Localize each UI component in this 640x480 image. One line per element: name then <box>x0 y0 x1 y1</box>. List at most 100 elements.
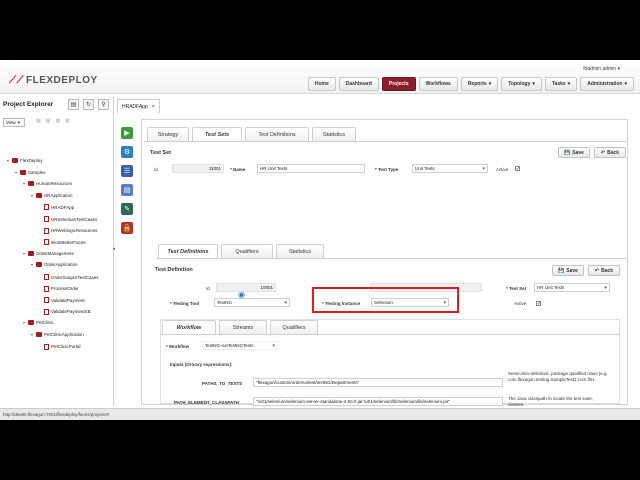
lock-icon[interactable]: 🔒 <box>121 222 133 234</box>
tab-qualifiers-inner[interactable]: Qualifiers <box>270 320 318 334</box>
testing-tool-label: * Testing Tool <box>170 301 200 306</box>
tree-item[interactable]: ▾ FlexDeploy <box>6 158 43 163</box>
test-icon[interactable]: ✎ <box>121 203 133 215</box>
tree-item-label: PetClinicApplication <box>44 332 84 337</box>
view-menu-button[interactable]: View ▾ <box>3 118 25 127</box>
nav-administration[interactable]: Administration ▾ <box>580 77 634 91</box>
tree-item[interactable]: ▾ HumanResources <box>22 181 72 187</box>
def-save-button[interactable]: 💾 Save <box>552 265 584 276</box>
list-icon[interactable]: ☰ <box>121 165 133 177</box>
nav-topology[interactable]: Topology ▾ <box>501 77 542 91</box>
user-menu[interactable]: fdadmin admin ▾ <box>583 66 620 72</box>
test-definition-title: Test Definition <box>155 267 193 273</box>
def-test-set-select[interactable]: HR Unit Tests <box>534 283 610 292</box>
expand-toggle-icon[interactable]: ▾ <box>22 181 26 186</box>
nav-dashboard[interactable]: Dashboard <box>338 77 379 91</box>
tree-item[interactable]: ▾ PetClinic <box>22 320 54 326</box>
explorer-splitter[interactable]: ◂ <box>112 246 115 252</box>
tree-item[interactable]: HRWeblogicResources <box>38 227 97 234</box>
expand-toggle-icon[interactable]: ▾ <box>30 332 34 337</box>
folder-icon <box>36 262 42 268</box>
expand-toggle-icon[interactable]: ▾ <box>6 158 10 163</box>
tree-item[interactable]: ▾ PetClinicApplication <box>30 332 84 337</box>
tab-qualifiers[interactable]: Qualifiers <box>221 244 273 258</box>
folder-icon <box>12 158 18 163</box>
name-input[interactable]: HR Unit Tests <box>257 164 365 173</box>
nav-tasks[interactable]: Tasks ▾ <box>544 77 578 91</box>
tab-streams[interactable]: Streams <box>219 320 267 334</box>
tab-workflow[interactable]: Workflow <box>162 320 216 334</box>
tree-item[interactable]: ▾ OrderManagement <box>22 250 74 256</box>
tab-statistics[interactable]: Statistics <box>312 127 356 141</box>
project-icon <box>44 285 49 292</box>
build-icon[interactable]: ▶ <box>121 127 133 139</box>
tree-item[interactable]: HRADFApp <box>38 204 74 211</box>
tree-item[interactable]: ▾ Samples <box>14 169 46 175</box>
tree-item[interactable]: HRSeleniumTestCases <box>38 216 97 222</box>
editor-tab-hradfapp[interactable]: HRADFApp × <box>117 99 160 113</box>
def-active-checkbox[interactable]: ✓ <box>536 301 541 307</box>
tree-item-label: OrderManagement <box>36 250 74 256</box>
def-test-set-label: * Test Set <box>506 286 527 291</box>
flexdeploy-logo[interactable]: ⟋⟋ FLEXDEPLOY <box>9 75 98 86</box>
close-icon[interactable]: × <box>152 104 155 110</box>
expand-toggle-icon[interactable]: ▾ <box>22 251 26 256</box>
tree-item-label: Samples <box>28 169 46 175</box>
tree-item[interactable]: OrderSoapUITestCases <box>38 274 99 280</box>
expand-toggle-icon[interactable]: ▾ <box>30 262 34 267</box>
expand-toggle-icon[interactable]: ▾ <box>14 170 18 175</box>
tree-item[interactable]: ValidatePaymentSB <box>38 308 91 315</box>
tree-item-label: PetClinicPortal <box>51 344 81 350</box>
filter-icon[interactable]: ⚲ <box>98 99 109 110</box>
tree-item[interactable]: ▾ OrderApplication <box>30 262 78 268</box>
tab-test-definitions[interactable]: Test Definitions <box>245 127 309 141</box>
active-checkbox[interactable]: ✓ <box>515 166 520 172</box>
deploy-icon[interactable]: ⚙ <box>121 146 133 158</box>
expand-toggle-icon[interactable]: ▾ <box>30 193 34 198</box>
tree-item-label: FlexDeploy <box>20 158 43 163</box>
path-element-classpath-input[interactable]: "/u01/selenium/selenium-server-standalon… <box>253 397 503 406</box>
tree-item-label: ValidatePaymentSB <box>51 309 91 315</box>
save-button[interactable]: 💾 Save <box>558 147 590 158</box>
tree-item[interactable]: ProcessOrder <box>38 285 79 292</box>
editor-tab-label: HRADFApp <box>122 103 148 110</box>
tab-test-definitions-inner[interactable]: Test Definitions <box>158 244 218 258</box>
tab-test-sets[interactable]: Test Sets <box>192 127 242 141</box>
testing-tool-select[interactable]: TestNG <box>214 298 290 307</box>
tree-item-label: OrderApplication <box>44 262 78 268</box>
tab-strategy[interactable]: Strategy <box>147 127 189 141</box>
id-label: Id <box>154 167 158 172</box>
testing-instance-select[interactable]: Selenium <box>371 298 449 307</box>
nav-label: Projects <box>388 81 409 87</box>
test-type-select[interactable]: Unit Tests <box>412 164 488 173</box>
collapse-icon[interactable]: ▤ <box>68 99 79 110</box>
workflow-select[interactable]: TestNG-runTestNGTests <box>202 341 278 350</box>
tree-item-label: HRApplication <box>44 192 73 198</box>
tree-item[interactable]: ▾ HRApplication <box>30 192 73 198</box>
status-url: http://dev80.flexagon:7001/flexdeploy/fa… <box>3 412 110 417</box>
nav-workflows[interactable]: Workflows <box>418 77 458 91</box>
def-back-button[interactable]: ↶ Back <box>588 265 620 276</box>
nav-home[interactable]: Home <box>307 77 336 91</box>
nav-label: Topology <box>508 81 531 87</box>
nav-label: Reports <box>467 81 487 87</box>
folder-icon <box>36 332 42 337</box>
nav-label: Dashboard <box>345 81 372 87</box>
tree-item[interactable]: WorkBetterFaces <box>38 239 86 246</box>
back-icon: ↶ <box>600 149 606 156</box>
chevron-down-icon: ▾ <box>488 81 492 87</box>
paths-to-tests-input[interactable]: "flexagon/custom/ordemo/test/testNG/Depa… <box>253 378 503 387</box>
def-test-set-label-text: Test Set <box>509 286 527 291</box>
tree-item[interactable]: ValidatePayment <box>38 297 85 304</box>
user-name: fdadmin <box>583 66 602 72</box>
nav-reports[interactable]: Reports ▾ <box>460 77 499 91</box>
report-icon[interactable]: ▤ <box>121 184 133 196</box>
tree-item[interactable]: PetClinicPortal <box>38 343 81 350</box>
path-element-classpath-label: PATH_ELEMENT_CLASSPATH <box>174 400 239 405</box>
expand-toggle-icon[interactable]: ▾ <box>22 320 26 325</box>
nav-projects[interactable]: Projects <box>381 77 416 91</box>
def-id-label: Id <box>206 286 210 291</box>
tab-statistics-inner[interactable]: Statistics <box>276 244 324 258</box>
back-button[interactable]: ↶ Back <box>594 147 626 158</box>
refresh-icon[interactable]: ↻ <box>83 99 94 110</box>
